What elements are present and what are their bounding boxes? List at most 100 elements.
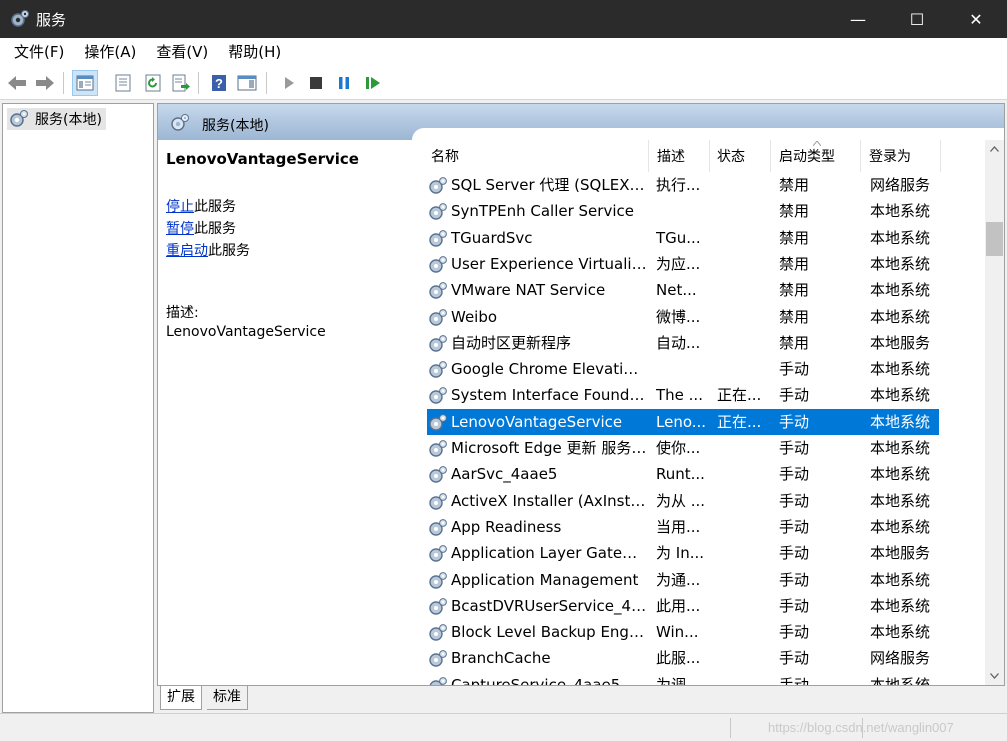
vertical-scrollbar[interactable] (985, 140, 1004, 685)
service-row[interactable]: CaptureService_4aae5 为调... 手动 本地系统 (427, 672, 939, 685)
service-name: Block Level Backup Engine ... (451, 623, 647, 642)
start-service-button[interactable] (276, 70, 302, 96)
service-startup-type: 手动 (779, 491, 810, 510)
service-row[interactable]: AarSvc_4aae5 Runt... 手动 本地系统 (427, 461, 939, 487)
service-status (717, 461, 767, 487)
forward-button[interactable] (32, 70, 58, 96)
pause-service-action: 暂停此服务 (166, 218, 236, 238)
service-status (717, 435, 767, 461)
scroll-up-button[interactable] (985, 140, 1004, 158)
service-row[interactable]: System Interface Foundati... The ... 正在...… (427, 382, 939, 408)
service-description: 自动... (656, 333, 701, 352)
service-description: Net... (656, 281, 697, 300)
maximize-icon: ☐ (909, 9, 925, 29)
service-name: System Interface Foundati... (451, 386, 647, 405)
service-description: Win... (656, 623, 699, 642)
service-startup-type: 手动 (779, 570, 810, 589)
stop-service-button[interactable] (303, 70, 329, 96)
column-header-description[interactable]: 描述 (649, 140, 710, 172)
service-status (717, 198, 767, 224)
service-logon-as: 本地服务 (870, 333, 931, 352)
service-row[interactable]: BranchCache 此服... 手动 网络服务 (427, 645, 939, 671)
resume-service-button[interactable] (360, 70, 386, 96)
service-description: The ... (656, 386, 703, 405)
tree-item-services-local[interactable]: 服务(本地) (7, 108, 106, 130)
scroll-down-button[interactable] (985, 667, 1004, 685)
tab-extended[interactable]: 扩展 (160, 686, 202, 710)
service-gear-icon (429, 492, 447, 510)
service-description: 当用... (656, 517, 701, 536)
service-logon-as: 本地服务 (870, 544, 931, 563)
back-button[interactable] (4, 70, 30, 96)
restart-service-link[interactable]: 重启动 (166, 243, 208, 259)
service-description: 此用... (656, 596, 701, 615)
service-gear-icon (429, 597, 447, 615)
menu-file[interactable]: 文件(F) (4, 38, 74, 66)
service-startup-type: 禁用 (779, 176, 810, 194)
maximize-button[interactable]: ☐ (888, 0, 946, 38)
menu-view[interactable]: 查看(V) (146, 38, 218, 66)
service-status (717, 619, 767, 645)
stop-service-link[interactable]: 停止 (166, 199, 194, 215)
service-row[interactable]: Block Level Backup Engine ... Win... 手动 本地系… (427, 619, 939, 645)
service-name: App Readiness (451, 517, 562, 536)
service-row[interactable]: App Readiness 当用... 手动 本地系统 (427, 514, 939, 540)
service-startup-type: 禁用 (779, 333, 810, 352)
service-row[interactable]: ActiveX Installer (AxInstSV) 为从 ... 手动 本地系统 (427, 488, 939, 514)
tab-standard[interactable]: 标准 (207, 686, 248, 710)
export-list-button[interactable] (168, 70, 194, 96)
service-row[interactable]: LenovoVantageService Leno... 正在... 手动 本地系统 (427, 408, 939, 435)
service-startup-type: 禁用 (779, 281, 810, 300)
scrollbar-thumb[interactable] (986, 222, 1003, 256)
pause-service-link[interactable]: 暂停 (166, 221, 194, 237)
service-row[interactable]: Application Layer Gateway ... 为 In... 手动 本地… (427, 540, 939, 566)
tree-item-label: 服务(本地) (35, 112, 102, 128)
service-description: 为从 ... (656, 491, 706, 510)
service-logon-as: 本地系统 (870, 254, 931, 273)
service-row[interactable]: BcastDVRUserService_4aae5 此用... 手动 本地系统 (427, 593, 939, 619)
column-header-logon-as[interactable]: 登录为 (861, 140, 941, 172)
column-header-label: 启动类型 (779, 149, 835, 165)
service-row[interactable]: SQL Server 代理 (SQLEXPR... 执行... 禁用 网络服务 (427, 172, 939, 198)
services-pane: 服务(本地) LenovoVantageService 停止此服务 暂停此服务 … (157, 103, 1005, 686)
service-row[interactable]: TGuardSvc TGu... 禁用 本地系统 (427, 225, 939, 251)
service-row[interactable]: 自动时区更新程序 自动... 禁用 本地服务 (427, 330, 939, 356)
service-startup-type: 手动 (779, 649, 810, 668)
service-description: 执行... (656, 176, 701, 194)
services-list: 名称 描述 状态 启动类型 登录为 SQL Server 代理 (SQLEXPR… (417, 140, 985, 685)
service-logon-as: 本地系统 (870, 439, 931, 457)
service-row[interactable]: Google Chrome Elevation ... 手动 本地系统 (427, 356, 939, 382)
service-status (717, 645, 767, 671)
service-row[interactable]: User Experience Virtualizat... 为应... 禁用 本地系… (427, 251, 939, 277)
show-hide-console-tree-button[interactable] (72, 70, 98, 96)
service-status (717, 225, 767, 251)
service-status (717, 330, 767, 356)
service-description: 微博... (656, 307, 701, 326)
column-header-status[interactable]: 状态 (710, 140, 771, 172)
service-row[interactable]: Microsoft Edge 更新 服务 (... 使你... 手动 本地系统 (427, 435, 939, 461)
service-gear-icon (429, 203, 447, 220)
service-row[interactable]: Weibo 微博... 禁用 本地系统 (427, 304, 939, 330)
refresh-button[interactable] (140, 70, 166, 96)
service-name: Microsoft Edge 更新 服务 (... (451, 439, 647, 457)
restart-service-action: 重启动此服务 (166, 240, 250, 260)
service-description: 为应... (656, 254, 701, 273)
menu-help[interactable]: 帮助(H) (218, 38, 291, 66)
pause-service-button[interactable] (331, 70, 357, 96)
service-row[interactable]: Application Management 为通... 手动 本地系统 (427, 567, 939, 593)
column-header-name[interactable]: 名称 (417, 140, 649, 172)
service-gear-icon (429, 571, 447, 589)
service-row[interactable]: VMware NAT Service Net... 禁用 本地系统 (427, 277, 939, 303)
help-icon: ? (212, 75, 226, 91)
action-pane-button[interactable] (234, 70, 260, 96)
column-header-startup-type[interactable]: 启动类型 (771, 140, 861, 172)
service-row[interactable]: SynTPEnh Caller Service 禁用 本地系统 (427, 198, 939, 224)
properties-button[interactable] (110, 70, 136, 96)
service-name: BranchCache (451, 649, 551, 668)
close-button[interactable]: ✕ (947, 0, 1005, 38)
menu-action[interactable]: 操作(A) (74, 38, 146, 66)
chevron-up-icon (990, 146, 999, 152)
service-description: Leno... (656, 412, 706, 431)
minimize-button[interactable]: — (829, 0, 887, 38)
help-button[interactable]: ? (206, 70, 232, 96)
